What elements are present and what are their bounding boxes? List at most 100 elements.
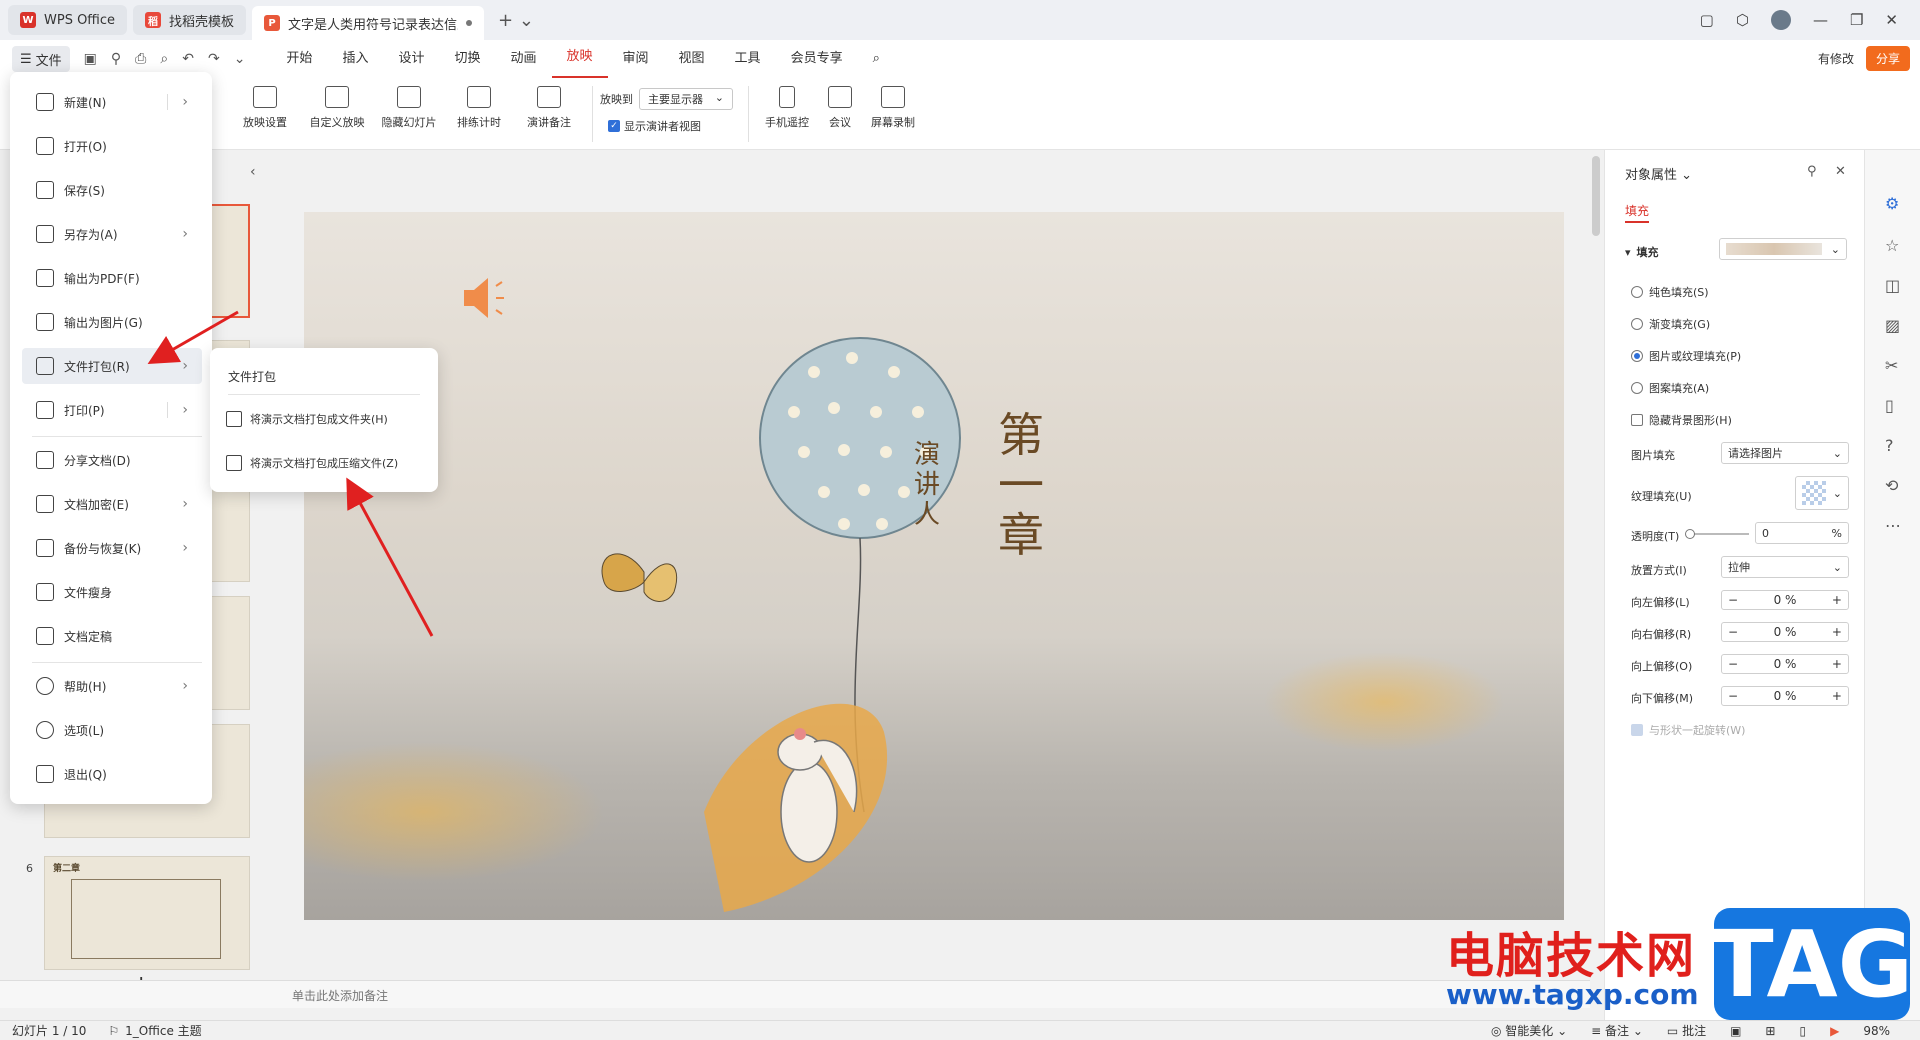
menu-help[interactable]: 帮助(H) › bbox=[22, 668, 202, 704]
radio-solid-fill[interactable]: 纯色填充(S) bbox=[1631, 284, 1709, 300]
tab-fill[interactable]: 填充 bbox=[1625, 202, 1650, 223]
slideshow-settings-button[interactable]: 放映设置 bbox=[230, 86, 300, 130]
presenter-view-option[interactable]: ✓ 显示演讲者视图 bbox=[608, 118, 701, 134]
menu-new[interactable]: 新建(N) › bbox=[22, 84, 202, 120]
menu-backup[interactable]: 备份与恢复(K) › bbox=[22, 530, 202, 566]
radio-gradient-fill[interactable]: 渐变填充(G) bbox=[1631, 316, 1710, 332]
minus-icon[interactable]: − bbox=[1728, 689, 1738, 703]
hide-slide-button[interactable]: 隐藏幻灯片 bbox=[374, 86, 444, 130]
speaker-text[interactable]: 演 讲 人 bbox=[912, 440, 942, 530]
file-menu-button[interactable]: ☰ 文件 bbox=[12, 46, 70, 72]
properties-icon[interactable]: ⚙ bbox=[1885, 194, 1899, 213]
reading-view-icon[interactable]: ▯ bbox=[1799, 1024, 1806, 1038]
checkbox-icon[interactable] bbox=[1631, 414, 1643, 426]
play-icon[interactable]: ▶ bbox=[1830, 1024, 1839, 1038]
picture-fill-select[interactable]: 请选择图片 ⌄ bbox=[1721, 442, 1849, 464]
zoom-value[interactable]: 98% bbox=[1863, 1024, 1890, 1038]
menu-share[interactable]: 分享文档(D) bbox=[22, 442, 202, 478]
minus-icon[interactable]: − bbox=[1728, 593, 1738, 607]
menu-exit[interactable]: 退出(Q) bbox=[22, 756, 202, 792]
plus-icon[interactable]: + bbox=[1832, 689, 1842, 703]
menu-slideshow[interactable]: 放映 bbox=[551, 40, 608, 78]
radio-icon[interactable] bbox=[1631, 318, 1643, 330]
panel-title[interactable]: 对象属性 ⌄ bbox=[1625, 164, 1692, 183]
chevron-down-icon[interactable]: ⌄ bbox=[234, 51, 246, 67]
menu-animation[interactable]: 动画 bbox=[495, 40, 551, 78]
save-icon[interactable]: ▣ bbox=[84, 51, 97, 67]
slider-handle[interactable] bbox=[1685, 529, 1695, 539]
radio-icon[interactable] bbox=[1631, 286, 1643, 298]
plus-icon[interactable]: + bbox=[1832, 593, 1842, 607]
menu-export-image[interactable]: 输出为图片(G) bbox=[22, 304, 202, 340]
speaker-icon[interactable] bbox=[464, 278, 504, 318]
collapse-pane-icon[interactable]: ‹ bbox=[250, 164, 256, 180]
menu-encrypt[interactable]: 文档加密(E) › bbox=[22, 486, 202, 522]
canvas-scrollbar[interactable] bbox=[1592, 156, 1600, 236]
tab-document[interactable]: P 文字是人类用符号记录表达信息以 bbox=[252, 6, 485, 40]
speaker-notes-button[interactable]: 演讲备注 bbox=[514, 86, 584, 130]
offset-down-stepper[interactable]: − 0 % + bbox=[1721, 686, 1849, 706]
book-icon[interactable]: ▯ bbox=[1885, 396, 1894, 415]
notes-toggle[interactable]: ≡ 备注 ⌄ bbox=[1591, 1022, 1643, 1039]
package-to-zip[interactable]: 将演示文档打包成压缩文件(Z) bbox=[226, 448, 426, 478]
offset-up-stepper[interactable]: − 0 % + bbox=[1721, 654, 1849, 674]
package-to-folder[interactable]: 将演示文档打包成文件夹(H) bbox=[226, 404, 426, 434]
close-icon[interactable]: ✕ bbox=[1885, 11, 1898, 29]
plus-icon[interactable]: + bbox=[1832, 657, 1842, 671]
radio-pattern-fill[interactable]: 图案填充(A) bbox=[1631, 380, 1709, 396]
menu-slim[interactable]: 文件瘦身 bbox=[22, 574, 202, 610]
slide-title[interactable]: 第 一 章 bbox=[996, 410, 1046, 560]
menu-open[interactable]: 打开(O) bbox=[22, 128, 202, 164]
more-icon[interactable]: ⋯ bbox=[1885, 516, 1901, 535]
fill-section-header[interactable]: ▾ 填充 bbox=[1625, 244, 1659, 260]
menu-view[interactable]: 视图 bbox=[664, 40, 720, 78]
changes-button[interactable]: 有修改 bbox=[1818, 50, 1854, 67]
fill-preview-select[interactable]: ⌄ bbox=[1719, 238, 1847, 260]
transparency-slider[interactable] bbox=[1685, 529, 1749, 539]
menu-insert[interactable]: 插入 bbox=[327, 40, 383, 78]
comments-toggle[interactable]: ▭ 批注 bbox=[1667, 1022, 1706, 1039]
redo-icon[interactable]: ↷ bbox=[208, 51, 220, 67]
menu-review[interactable]: 审阅 bbox=[608, 40, 664, 78]
offset-right-stepper[interactable]: − 0 % + bbox=[1721, 622, 1849, 642]
beautify-button[interactable]: ◎ 智能美化 ⌄ bbox=[1491, 1022, 1567, 1039]
sync-icon[interactable]: ⟲ bbox=[1885, 476, 1898, 495]
radio-checked-icon[interactable] bbox=[1631, 350, 1643, 362]
grid-view-icon[interactable]: ⊞ bbox=[1765, 1024, 1775, 1038]
preview-icon[interactable]: ⌕ bbox=[160, 51, 168, 67]
minus-icon[interactable]: − bbox=[1728, 657, 1738, 671]
checkbox-checked-icon[interactable]: ✓ bbox=[608, 120, 620, 132]
star-icon[interactable]: ☆ bbox=[1885, 236, 1899, 255]
radio-picture-fill[interactable]: 图片或纹理填充(P) bbox=[1631, 348, 1741, 364]
normal-view-icon[interactable]: ▣ bbox=[1730, 1024, 1741, 1038]
notes-area[interactable]: 单击此处添加备注 bbox=[0, 980, 1590, 1008]
avatar[interactable] bbox=[1770, 10, 1791, 30]
menu-tools[interactable]: 工具 bbox=[720, 40, 776, 78]
rotate-with-shape-option[interactable]: 与形状一起旋转(W) bbox=[1631, 722, 1745, 738]
menu-package[interactable]: 文件打包(R) › bbox=[22, 348, 202, 384]
menu-options[interactable]: 选项(L) bbox=[22, 712, 202, 748]
share-button[interactable]: 分享 bbox=[1865, 46, 1910, 71]
menu-start[interactable]: 开始 bbox=[271, 40, 327, 78]
menu-save[interactable]: 保存(S) bbox=[22, 172, 202, 208]
new-tab-icon[interactable]: + ⌄ bbox=[498, 10, 534, 31]
hide-background-option[interactable]: 隐藏背景图形(H) bbox=[1631, 412, 1732, 428]
transparency-input[interactable]: 0 % bbox=[1755, 522, 1849, 544]
radio-icon[interactable] bbox=[1631, 382, 1643, 394]
minus-icon[interactable]: − bbox=[1728, 625, 1738, 639]
print-icon[interactable]: ⎙ bbox=[135, 51, 146, 67]
image-icon[interactable]: ▨ bbox=[1885, 316, 1900, 335]
theme-name[interactable]: 1_Office 主题 bbox=[125, 1022, 201, 1039]
help-icon[interactable]: ? bbox=[1885, 436, 1894, 455]
play-to-select[interactable]: 主要显示器 ⌄ bbox=[639, 88, 733, 110]
tab-template[interactable]: 稻 找稻壳模板 bbox=[133, 5, 247, 35]
screen-record-button[interactable]: 屏幕录制 bbox=[858, 86, 928, 130]
minimize-icon[interactable]: — bbox=[1813, 11, 1828, 29]
menu-design[interactable]: 设计 bbox=[383, 40, 439, 78]
tab-wps-office[interactable]: W WPS Office bbox=[8, 5, 128, 35]
slide-thumbnail[interactable]: 第二章 bbox=[44, 856, 250, 970]
slide[interactable]: 第 一 章 演 讲 人 bbox=[304, 212, 1564, 920]
search-icon[interactable]: ⌕ bbox=[858, 40, 895, 78]
cube-icon[interactable]: ⬡ bbox=[1736, 11, 1749, 29]
brush-icon[interactable]: ⚲ bbox=[111, 51, 121, 67]
